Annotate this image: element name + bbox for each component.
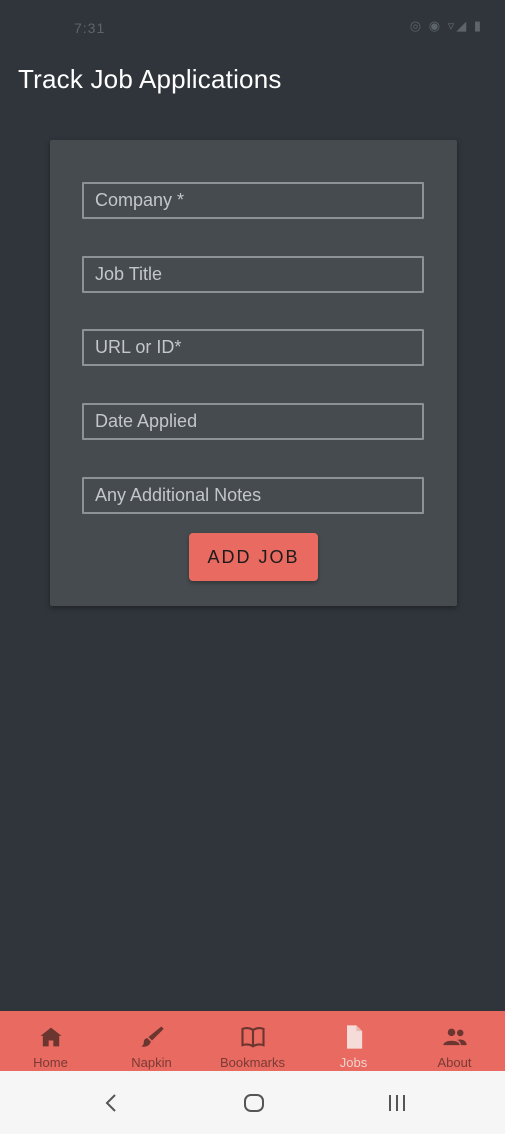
back-icon[interactable] xyxy=(94,1085,130,1121)
document-icon xyxy=(346,1025,362,1049)
recents-icon[interactable] xyxy=(379,1085,415,1121)
notes-input[interactable] xyxy=(84,479,422,512)
nav-label-about: About xyxy=(437,1055,472,1070)
nav-label-jobs: Jobs xyxy=(339,1055,368,1070)
job-form-card: ADD JOB xyxy=(50,140,457,606)
nav-item-napkin[interactable]: Napkin xyxy=(101,1011,202,1071)
brush-icon xyxy=(141,1026,164,1047)
date-applied-input[interactable] xyxy=(84,405,422,438)
nav-label-bookmarks: Bookmarks xyxy=(219,1055,286,1070)
status-icons: ◎ ◉ ▿◢ ▮ xyxy=(409,18,483,33)
status-bar: 7:31 ◎ ◉ ▿◢ ▮ xyxy=(0,0,505,56)
date-applied-field[interactable] xyxy=(82,403,424,440)
company-input[interactable] xyxy=(84,184,422,217)
page-title: Track Job Applications xyxy=(18,64,282,94)
book-icon xyxy=(240,1027,265,1048)
notes-field[interactable] xyxy=(82,477,424,514)
bottom-nav: Home Napkin Bookmarks Jobs About xyxy=(0,1011,505,1071)
home-button-icon[interactable] xyxy=(236,1085,272,1121)
nav-item-bookmarks[interactable]: Bookmarks xyxy=(202,1011,303,1071)
nav-item-home[interactable]: Home xyxy=(0,1011,101,1071)
status-time: 7:31 xyxy=(74,20,106,36)
system-nav-bar xyxy=(0,1071,505,1134)
company-field[interactable] xyxy=(82,182,424,219)
job-title-field[interactable] xyxy=(82,256,424,293)
people-icon xyxy=(442,1028,467,1046)
nav-item-jobs[interactable]: Jobs xyxy=(303,1011,404,1071)
nav-label-home: Home xyxy=(33,1055,68,1070)
add-job-button[interactable]: ADD JOB xyxy=(189,533,318,581)
url-field[interactable] xyxy=(82,329,424,366)
nav-label-napkin: Napkin xyxy=(131,1055,172,1070)
app-screen: 7:31 ◎ ◉ ▿◢ ▮ Track Job Applications ADD… xyxy=(0,0,505,1134)
nav-item-about[interactable]: About xyxy=(404,1011,505,1071)
home-icon xyxy=(40,1027,61,1047)
url-input[interactable] xyxy=(84,331,422,364)
job-title-input[interactable] xyxy=(84,258,422,291)
